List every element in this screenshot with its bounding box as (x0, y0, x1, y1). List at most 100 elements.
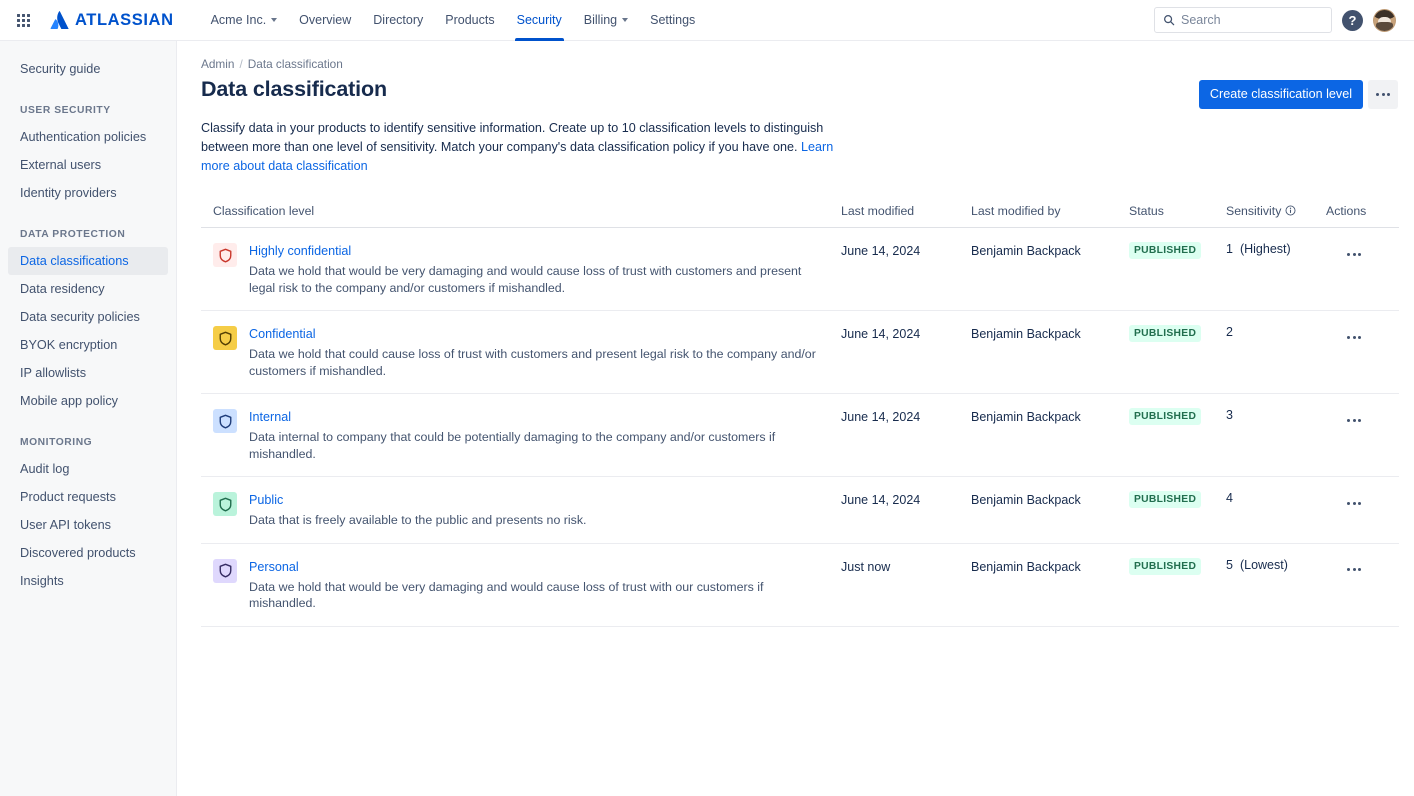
breadcrumb-admin[interactable]: Admin (201, 57, 234, 71)
sidebar-item-product-requests[interactable]: Product requests (8, 483, 168, 511)
cell-sensitivity: 3 (1214, 394, 1314, 436)
row-more-actions-button[interactable] (1340, 558, 1368, 582)
table-row: ConfidentialData we hold that could caus… (201, 311, 1399, 394)
sidebar-item-data-security-policies[interactable]: Data security policies (8, 303, 168, 331)
sidebar-item-identity-providers[interactable]: Identity providers (8, 179, 168, 207)
shield-icon (213, 409, 237, 433)
sidebar-item-insights[interactable]: Insights (8, 567, 168, 595)
cell-sensitivity: 5 (Lowest) (1214, 544, 1314, 586)
sidebar-item-byok-encryption[interactable]: BYOK encryption (8, 331, 168, 359)
level-text-block: Public Data that is freely available to t… (249, 491, 587, 529)
chevron-down-icon (622, 18, 628, 22)
sidebar-group-label-user-security: USER SECURITY (0, 105, 176, 116)
breadcrumb-separator: / (239, 57, 242, 71)
cell-last-modified-by: Benjamin Backpack (959, 544, 1117, 589)
last-modified-value: June 14, 2024 (841, 408, 920, 425)
sidebar-item-authentication-policies[interactable]: Authentication policies (8, 123, 168, 151)
status-badge: PUBLISHED (1129, 242, 1201, 259)
sidebar-item-mobile-app-policy[interactable]: Mobile app policy (8, 387, 168, 415)
cell-status: PUBLISHED (1117, 394, 1214, 439)
sidebar-item-security-guide[interactable]: Security guide (8, 55, 168, 83)
search-box[interactable]: Search (1154, 7, 1332, 33)
shield-icon (213, 559, 237, 583)
last-modified-value: June 14, 2024 (841, 242, 920, 259)
row-more-actions-button[interactable] (1340, 325, 1368, 349)
more-horizontal-icon (1347, 568, 1350, 571)
sensitivity-value: 3 (1226, 408, 1240, 422)
cell-status: PUBLISHED (1117, 544, 1214, 589)
atlassian-home-link[interactable]: ATLASSIAN (50, 11, 174, 29)
shield-icon (213, 492, 237, 516)
sidebar-item-data-residency[interactable]: Data residency (8, 275, 168, 303)
cell-sensitivity: 2 (1214, 311, 1314, 353)
classification-level-description: Data that is freely available to the pub… (249, 512, 587, 529)
column-header-sensitivity-label: Sensitivity (1226, 204, 1281, 218)
nav-item-label: Settings (650, 13, 695, 27)
status-badge: PUBLISHED (1129, 325, 1201, 342)
sidebar-item-user-api-tokens[interactable]: User API tokens (8, 511, 168, 539)
search-icon (1163, 14, 1175, 26)
cell-last-modified-by: Benjamin Backpack (959, 228, 1117, 273)
row-more-actions-button[interactable] (1340, 242, 1368, 266)
classification-level-link[interactable]: Highly confidential (249, 243, 351, 259)
sensitivity-number: 1 (1226, 242, 1233, 256)
column-header-last-modified-by: Last modified by (959, 196, 1117, 227)
cell-last-modified: Just now (829, 544, 959, 589)
cell-sensitivity: 4 (1214, 477, 1314, 519)
app-switcher-button[interactable] (10, 7, 36, 33)
level-wrap: Public Data that is freely available to t… (213, 491, 823, 529)
grid-apps-icon (17, 14, 30, 27)
nav-item-billing[interactable]: Billing (573, 0, 639, 41)
last-modified-value: Just now (841, 558, 890, 575)
last-modified-by-value: Benjamin Backpack (971, 491, 1081, 508)
page-more-actions-button[interactable] (1368, 80, 1398, 109)
brand-name: ATLASSIAN (75, 12, 174, 29)
avatar[interactable] (1373, 9, 1396, 32)
last-modified-by-value: Benjamin Backpack (971, 558, 1081, 575)
last-modified-by-value: Benjamin Backpack (971, 408, 1081, 425)
nav-item-settings[interactable]: Settings (639, 0, 706, 41)
nav-item-products[interactable]: Products (434, 0, 505, 41)
classification-level-link[interactable]: Public (249, 492, 283, 508)
level-text-block: Highly confidentialData we hold that wou… (249, 242, 819, 296)
cell-last-modified: June 14, 2024 (829, 228, 959, 273)
classification-level-link[interactable]: Personal (249, 559, 299, 575)
info-circle-icon[interactable] (1285, 205, 1296, 216)
column-header-level: Classification level (201, 196, 829, 227)
table-body: Highly confidential Data we hold that wou… (201, 228, 1399, 627)
cell-status: PUBLISHED (1117, 228, 1214, 273)
sidebar-item-ip-allowlists[interactable]: IP allowlists (8, 359, 168, 387)
sidebar-group-label-data-protection: DATA PROTECTION (0, 229, 176, 240)
nav-item-label: Billing (584, 13, 617, 27)
create-classification-level-button[interactable]: Create classification level (1199, 80, 1363, 109)
cell-last-modified: June 14, 2024 (829, 394, 959, 439)
column-header-last-modified: Last modified (829, 196, 959, 227)
sensitivity-number: 5 (1226, 558, 1233, 572)
atlassian-logo-icon (50, 11, 69, 29)
sensitivity-note: (Lowest) (1240, 558, 1288, 572)
status-badge: PUBLISHED (1129, 491, 1201, 508)
page-header-actions: Create classification level (1199, 77, 1398, 109)
row-more-actions-button[interactable] (1340, 491, 1368, 515)
classification-level-link[interactable]: Internal (249, 409, 291, 425)
app-shell: Security guide USER SECURITY Authenticati… (0, 41, 1414, 796)
nav-org-selector[interactable]: Acme Inc. (200, 0, 289, 41)
help-button[interactable]: ? (1342, 10, 1363, 31)
sidebar-item-audit-log[interactable]: Audit log (8, 455, 168, 483)
nav-item-security[interactable]: Security (506, 0, 573, 41)
nav-item-overview[interactable]: Overview (288, 0, 362, 41)
sidebar-item-data-classifications[interactable]: Data classifications (8, 247, 168, 275)
sidebar-item-external-users[interactable]: External users (8, 151, 168, 179)
level-wrap: ConfidentialData we hold that could caus… (213, 325, 823, 379)
cell-last-modified-by: Benjamin Backpack (959, 394, 1117, 439)
nav-item-label: Security (517, 13, 562, 27)
search-input[interactable]: Search (1181, 13, 1221, 27)
nav-item-directory[interactable]: Directory (362, 0, 434, 41)
classification-level-description: Data we hold that would be very damaging… (249, 579, 819, 612)
column-header-actions: Actions (1314, 196, 1390, 227)
classification-level-link[interactable]: Confidential (249, 326, 316, 342)
row-more-actions-button[interactable] (1340, 408, 1368, 432)
sidebar-item-discovered-products[interactable]: Discovered products (8, 539, 168, 567)
level-wrap: InternalData internal to company that co… (213, 408, 823, 462)
page-header: Data classification Create classificatio… (201, 77, 1398, 109)
